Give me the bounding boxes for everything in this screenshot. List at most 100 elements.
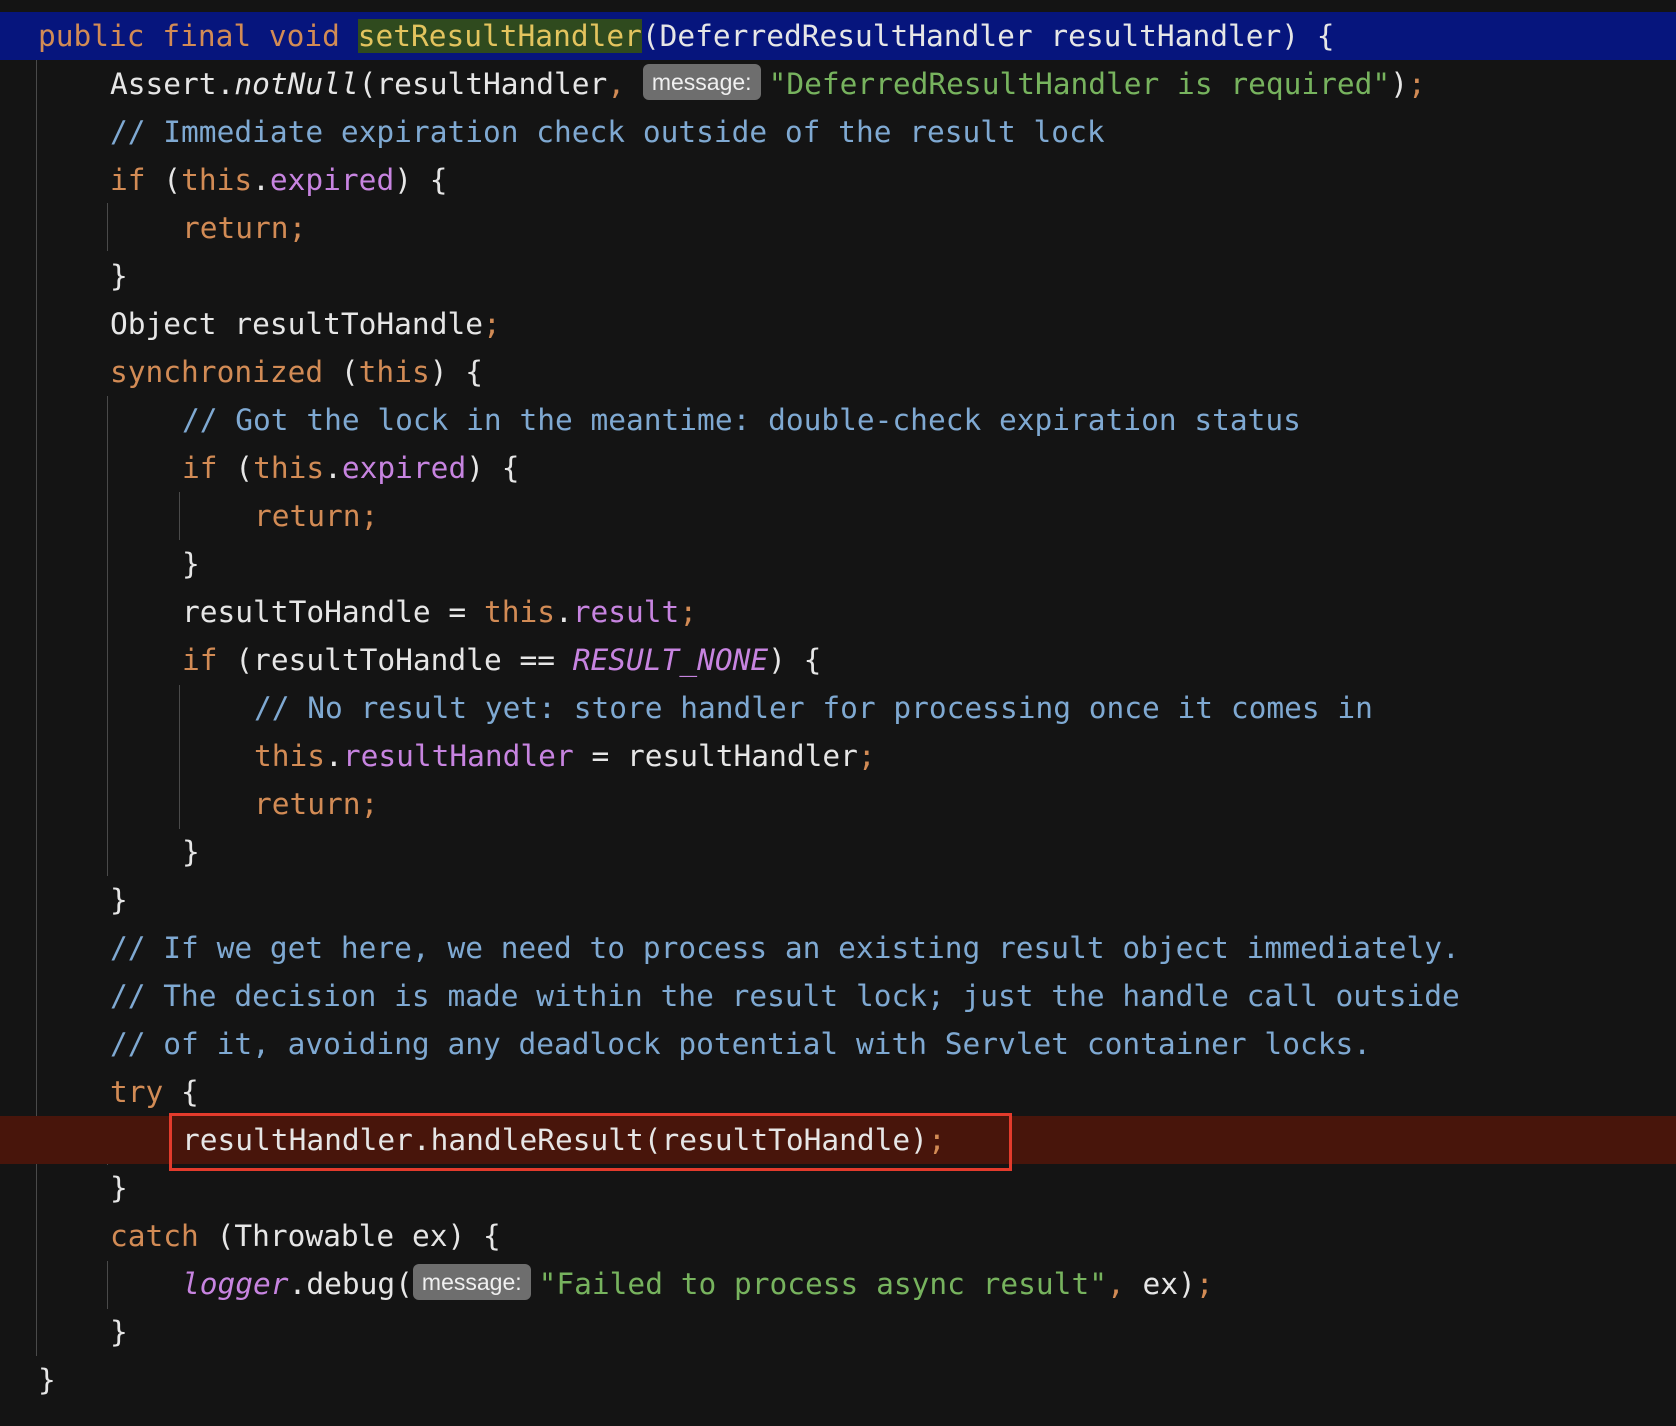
code-token: ; bbox=[1195, 1267, 1214, 1301]
code-token: } bbox=[38, 1363, 56, 1397]
code-token: if bbox=[182, 451, 218, 485]
code-token: } bbox=[110, 259, 128, 293]
code-token: (Throwable ex) { bbox=[198, 1219, 501, 1253]
code-token: . bbox=[252, 163, 270, 197]
code-line[interactable]: if (resultToHandle == RESULT_NONE) { bbox=[0, 636, 1676, 684]
code-editor[interactable]: public final void setResultHandler(Defer… bbox=[0, 0, 1676, 1426]
parameter-hint: message: bbox=[642, 64, 761, 100]
code-line[interactable]: // Got the lock in the meantime: double-… bbox=[0, 396, 1676, 444]
code-token: (DeferredResultHandler resultHandler) { bbox=[641, 19, 1335, 53]
comment-token: // Immediate expiration check outside of… bbox=[110, 115, 1105, 149]
code-line[interactable]: } bbox=[0, 1356, 1676, 1404]
code-line[interactable]: // Immediate expiration check outside of… bbox=[0, 108, 1676, 156]
code-line[interactable]: logger.debug(message: "Failed to process … bbox=[0, 1260, 1676, 1308]
code-line[interactable]: this.resultHandler = resultHandler; bbox=[0, 732, 1676, 780]
code-line-text: // Got the lock in the meantime: double-… bbox=[182, 396, 1301, 444]
code-line-text: } bbox=[110, 1308, 128, 1356]
code-line-text: // The decision is made within the resul… bbox=[110, 972, 1460, 1020]
code-token: synchronized bbox=[110, 355, 324, 389]
code-line-text: // If we get here, we need to process an… bbox=[110, 924, 1460, 972]
code-token: .debug( bbox=[288, 1267, 413, 1301]
code-line-text: if (resultToHandle == RESULT_NONE) { bbox=[182, 636, 821, 684]
code-line-text: // of it, avoiding any deadlock potentia… bbox=[110, 1020, 1371, 1068]
code-line[interactable]: Object resultToHandle; bbox=[0, 300, 1676, 348]
code-line[interactable]: } bbox=[0, 876, 1676, 924]
code-line[interactable]: } bbox=[0, 1164, 1676, 1212]
code-token: this bbox=[253, 451, 325, 485]
editor-top-edge bbox=[0, 0, 1676, 12]
code-token: , bbox=[607, 67, 643, 101]
code-line-text: // Immediate expiration check outside of… bbox=[110, 108, 1105, 156]
comment-token: // The decision is made within the resul… bbox=[110, 979, 1460, 1013]
code-token: RESULT_NONE bbox=[572, 643, 769, 677]
code-token: catch bbox=[110, 1219, 199, 1253]
comment-token: // If we get here, we need to process an… bbox=[110, 931, 1460, 965]
code-token: ) { bbox=[768, 643, 822, 677]
code-token: ) { bbox=[466, 451, 520, 485]
code-line-text: synchronized (this) { bbox=[110, 348, 483, 396]
code-token: . bbox=[554, 595, 573, 629]
string-token: "Failed to process async result" bbox=[538, 1267, 1107, 1301]
code-line-text: // No result yet: store handler for proc… bbox=[254, 684, 1373, 732]
code-line[interactable]: resultToHandle = this.result; bbox=[0, 588, 1676, 636]
code-token: ( bbox=[217, 451, 254, 485]
code-token: ) { bbox=[394, 163, 448, 197]
code-token: try bbox=[110, 1075, 164, 1109]
code-line[interactable]: return; bbox=[0, 204, 1676, 252]
code-token: result bbox=[572, 595, 680, 629]
code-line[interactable]: } bbox=[0, 540, 1676, 588]
code-line-text: logger.debug(message: "Failed to process … bbox=[182, 1260, 1214, 1308]
code-line-text: } bbox=[182, 828, 200, 876]
code-token: ; bbox=[679, 595, 698, 629]
code-token: this bbox=[483, 595, 555, 629]
code-line-text: } bbox=[110, 252, 128, 300]
code-token: ; bbox=[857, 739, 876, 773]
code-line[interactable]: try { bbox=[0, 1068, 1676, 1116]
code-line[interactable]: return; bbox=[0, 780, 1676, 828]
code-token: expired bbox=[269, 163, 395, 197]
code-line[interactable]: if (this.expired) { bbox=[0, 156, 1676, 204]
string-token: "DeferredResultHandler is required" bbox=[768, 67, 1391, 101]
code-line[interactable]: } bbox=[0, 252, 1676, 300]
code-line-text: if (this.expired) { bbox=[182, 444, 520, 492]
code-token: = resultHandler bbox=[573, 739, 858, 773]
code-line[interactable]: // The decision is made within the resul… bbox=[0, 972, 1676, 1020]
method-name-token: setResultHandler bbox=[357, 19, 642, 53]
code-line-text: return; bbox=[182, 204, 306, 252]
code-line[interactable]: Assert.notNull(resultHandler, message: "D… bbox=[0, 60, 1676, 108]
code-token: ex) bbox=[1142, 1267, 1196, 1301]
highlight-box bbox=[169, 1113, 1012, 1171]
code-token: this bbox=[181, 163, 253, 197]
code-line[interactable]: // of it, avoiding any deadlock potentia… bbox=[0, 1020, 1676, 1068]
code-line[interactable]: // No result yet: store handler for proc… bbox=[0, 684, 1676, 732]
code-token: this bbox=[358, 355, 430, 389]
code-token: if bbox=[110, 163, 146, 197]
code-token: ) bbox=[1390, 67, 1408, 101]
code-line[interactable]: } bbox=[0, 1308, 1676, 1356]
code-token: if bbox=[182, 643, 218, 677]
code-token: } bbox=[182, 547, 200, 581]
code-line-text: Object resultToHandle; bbox=[110, 300, 501, 348]
code-token: } bbox=[110, 1171, 128, 1205]
code-token: } bbox=[110, 1315, 128, 1349]
method-signature-line[interactable]: public final void setResultHandler(Defer… bbox=[0, 12, 1676, 60]
code-line[interactable]: catch (Throwable ex) { bbox=[0, 1212, 1676, 1260]
code-token: ; bbox=[1407, 67, 1426, 101]
code-token: ( bbox=[323, 355, 359, 389]
code-line[interactable]: synchronized (this) { bbox=[0, 348, 1676, 396]
code-token: resultHandler bbox=[342, 739, 574, 773]
code-line[interactable]: return; bbox=[0, 492, 1676, 540]
code-token: return; bbox=[254, 787, 379, 821]
comment-token: // No result yet: store handler for proc… bbox=[254, 691, 1373, 725]
code-token: Assert. bbox=[110, 67, 235, 101]
code-line-text: return; bbox=[254, 492, 378, 540]
code-line[interactable]: } bbox=[0, 828, 1676, 876]
code-token: , bbox=[1106, 1267, 1143, 1301]
code-line-text: } bbox=[110, 876, 128, 924]
code-token: public final void bbox=[38, 19, 358, 53]
code-line-text: resultToHandle = this.result; bbox=[182, 588, 697, 636]
code-token: } bbox=[182, 835, 200, 869]
code-line-text: Assert.notNull(resultHandler, message: "D… bbox=[110, 60, 1426, 108]
code-line[interactable]: // If we get here, we need to process an… bbox=[0, 924, 1676, 972]
code-line[interactable]: if (this.expired) { bbox=[0, 444, 1676, 492]
